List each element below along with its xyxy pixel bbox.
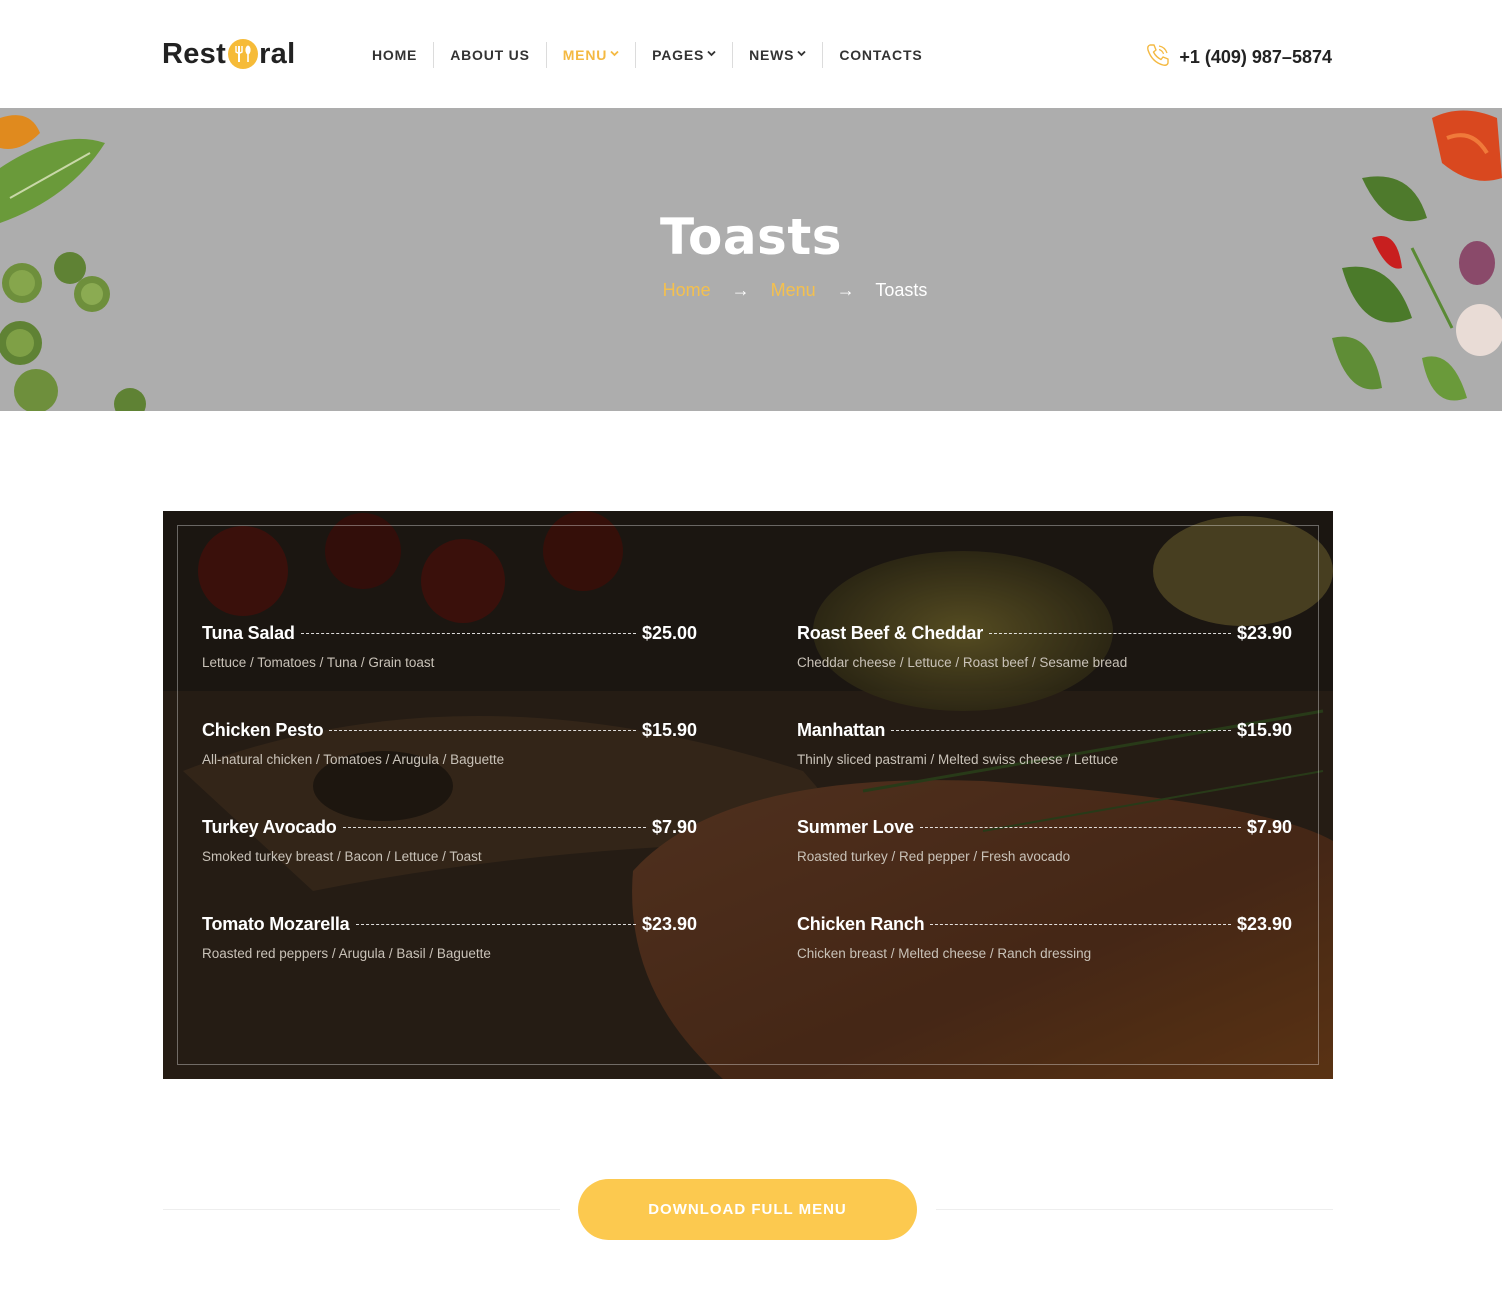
dotted-leader — [930, 924, 1231, 925]
menu-item-price: $23.90 — [1236, 914, 1292, 934]
main-nav: HOME ABOUT US MENU PAGES NEWS CONTACTS — [356, 42, 938, 68]
menu-item-price: $7.90 — [1246, 817, 1292, 837]
phone-icon — [1143, 40, 1173, 75]
logo-text-right: ral — [259, 37, 296, 70]
menu-item: Tomato Mozarella $23.90 Roasted red pepp… — [202, 914, 697, 961]
site-header: Rest ral HOME ABOUT US MENU PAGES NEWS C… — [0, 0, 1502, 108]
menu-item-description: Roasted red peppers / Arugula / Basil / … — [202, 946, 491, 961]
menu-item-price: $15.90 — [1236, 720, 1292, 740]
menu-item-price: $7.90 — [651, 817, 697, 837]
nav-item-about-us[interactable]: ABOUT US — [433, 42, 546, 68]
nav-item-label: CONTACTS — [839, 47, 923, 63]
fork-knife-icon — [228, 39, 259, 69]
arrow-right-icon: → — [836, 280, 855, 300]
nav-item-home[interactable]: HOME — [356, 42, 433, 68]
phone-number: +1 (409) 987–5874 — [1179, 47, 1332, 67]
nav-item-news[interactable]: NEWS — [732, 42, 822, 68]
menu-board: Tuna Salad $25.00 Lettuce / Tomatoes / T… — [163, 511, 1333, 1079]
menu-item-description: All-natural chicken / Tomatoes / Arugula… — [202, 752, 505, 767]
header-phone[interactable]: +1 (409) 987–5874 — [1143, 40, 1332, 75]
nav-item-label: NEWS — [749, 47, 795, 63]
menu-board-frame — [177, 525, 1319, 1065]
chevron-down-icon — [797, 49, 806, 59]
breadcrumb-menu[interactable]: Menu — [771, 280, 816, 300]
dotted-leader — [891, 730, 1231, 731]
nav-item-menu[interactable]: MENU — [545, 42, 635, 68]
menu-item-name: Tomato Mozarella — [202, 914, 350, 934]
logo-text-left: Rest — [162, 37, 227, 70]
nav-item-contacts[interactable]: CONTACTS — [822, 42, 938, 68]
menu-item-price: $25.00 — [641, 623, 697, 643]
menu-item-description: Smoked turkey breast / Bacon / Lettuce /… — [202, 849, 482, 864]
menu-item-description: Lettuce / Tomatoes / Tuna / Grain toast — [202, 655, 435, 670]
menu-item-name: Roast Beef & Cheddar — [797, 623, 984, 643]
arrow-right-icon: → — [731, 280, 750, 300]
chevron-down-icon — [610, 49, 619, 59]
menu-item-price: $23.90 — [641, 914, 697, 934]
menu-item: Roast Beef & Cheddar $23.90 Cheddar chee… — [797, 623, 1292, 670]
menu-item-name: Manhattan — [797, 720, 886, 740]
menu-item: Chicken Ranch $23.90 Chicken breast / Me… — [797, 914, 1292, 961]
logo[interactable]: Rest ral — [162, 36, 295, 72]
nav-item-label: HOME — [372, 47, 418, 63]
chevron-down-icon — [707, 49, 716, 59]
nav-item-pages[interactable]: PAGES — [635, 42, 732, 68]
page-hero: Toasts Home → Menu → Toasts — [0, 108, 1502, 411]
menu-item-name: Summer Love — [797, 817, 914, 837]
dotted-leader — [342, 827, 646, 828]
menu-item-name: Chicken Pesto — [202, 720, 324, 740]
menu-item: Turkey Avocado $7.90 Smoked turkey breas… — [202, 817, 697, 864]
download-full-menu-button[interactable]: DOWNLOAD FULL MENU — [578, 1179, 917, 1240]
breadcrumb-current: Toasts — [875, 280, 928, 300]
breadcrumb: Home → Menu → Toasts — [0, 280, 1502, 301]
dotted-leader — [355, 924, 636, 925]
nav-item-label: PAGES — [652, 47, 705, 63]
menu-item: Tuna Salad $25.00 Lettuce / Tomatoes / T… — [202, 623, 697, 670]
menu-item-name: Tuna Salad — [202, 623, 295, 643]
menu-item-name: Chicken Ranch — [797, 914, 925, 934]
menu-item: Manhattan $15.90 Thinly sliced pastrami … — [797, 720, 1292, 767]
dotted-leader — [300, 633, 636, 634]
menu-item-description: Chicken breast / Melted cheese / Ranch d… — [797, 946, 1092, 961]
menu-item-description: Thinly sliced pastrami / Melted swiss ch… — [797, 752, 1119, 767]
menu-item-name: Turkey Avocado — [202, 817, 337, 837]
divider-right — [936, 1209, 1333, 1210]
dotted-leader — [329, 730, 636, 731]
dotted-leader — [919, 827, 1241, 828]
breadcrumb-home[interactable]: Home — [663, 280, 711, 300]
menu-item-price: $23.90 — [1236, 623, 1292, 643]
nav-item-label: MENU — [562, 47, 608, 63]
page-title: Toasts — [660, 208, 842, 266]
menu-item-description: Roasted turkey / Red pepper / Fresh avoc… — [797, 849, 1071, 864]
menu-item-description: Cheddar cheese / Lettuce / Roast beef / … — [797, 655, 1128, 670]
menu-item-price: $15.90 — [641, 720, 697, 740]
divider-left — [163, 1209, 560, 1210]
dotted-leader — [989, 633, 1231, 634]
menu-item: Summer Love $7.90 Roasted turkey / Red p… — [797, 817, 1292, 864]
nav-item-label: ABOUT US — [450, 47, 530, 63]
menu-item: Chicken Pesto $15.90 All-natural chicken… — [202, 720, 697, 767]
